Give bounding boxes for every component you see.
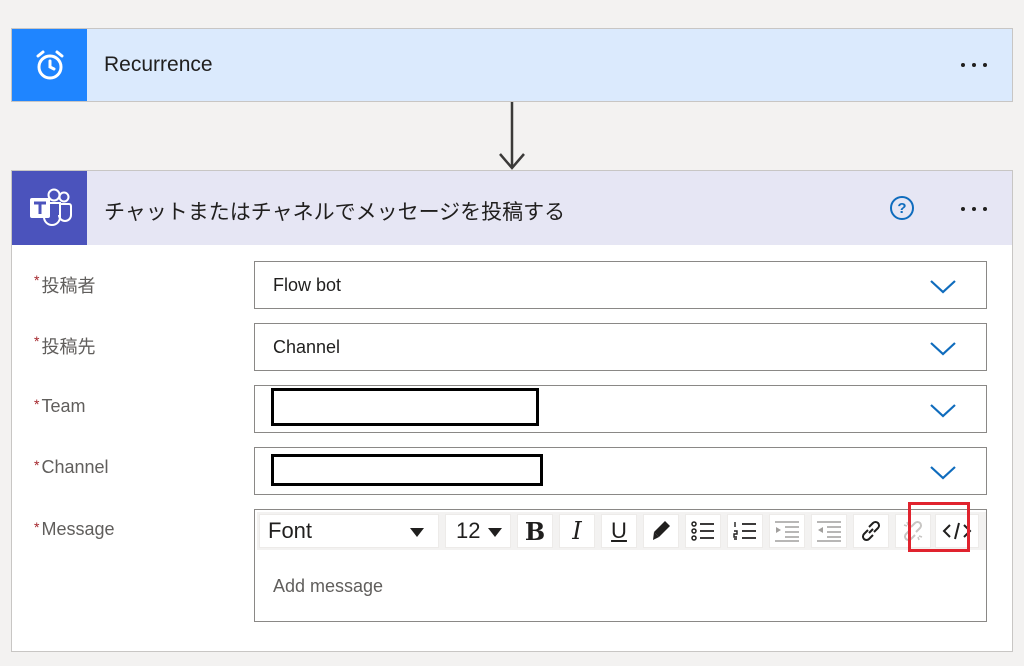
redacted-channel-value [271,454,543,486]
numbered-list-icon [733,522,756,540]
field-label-team: * Team [34,396,85,417]
teams-more-options-button[interactable] [954,199,994,219]
required-mark: * [34,519,40,535]
bulleted-list-icon [691,521,714,541]
recurrence-card[interactable]: Recurrence [11,28,1013,102]
bold-icon: B [524,516,546,546]
bulleted-list-button[interactable] [685,514,721,548]
caret-down-icon [410,528,424,537]
dot-icon [972,207,976,211]
field-label-text: 投稿者 [41,276,96,296]
alarm-clock-icon [36,50,63,80]
chevron-down-icon [930,466,956,480]
link-icon [861,520,881,542]
chevron-down-icon [930,404,956,418]
bold-button[interactable]: B [517,514,553,548]
teams-card-header[interactable]: チャットまたはチャネルでメッセージを投稿する ? [12,171,1012,245]
field-label-text: 投稿先 [41,337,96,357]
teams-icon [29,188,72,226]
dot-icon [983,207,987,211]
code-view-button[interactable] [935,514,979,548]
highlight-color-button[interactable] [643,514,679,548]
teams-icon-box [12,171,87,245]
dot-icon [972,63,976,67]
unlink-icon [903,520,923,542]
teams-action-title: チャットまたはチャネルでメッセージを投稿する [104,201,566,224]
post-in-value: Channel [273,337,341,357]
indent-button[interactable] [769,514,805,548]
channel-dropdown[interactable] [254,447,987,495]
underline-button[interactable]: U [601,514,637,548]
remove-link-button[interactable] [895,514,931,548]
recurrence-icon-box [12,29,87,101]
font-select-value: Font [268,518,313,543]
team-dropdown[interactable] [254,385,987,433]
required-mark: * [34,457,40,473]
chevron-down-icon [930,342,956,356]
field-label-post-in: * 投稿先 [34,333,95,359]
required-mark: * [34,396,40,412]
indent-icon [775,521,799,542]
italic-button[interactable]: I [559,514,595,548]
italic-icon: I [572,517,582,545]
teams-post-message-card: チャットまたはチャネルでメッセージを投稿する ? * 投稿者 Flow bot *… [11,170,1013,652]
required-mark: * [34,272,40,288]
field-label-text: Channel [41,457,109,477]
font-family-select[interactable]: Font [259,514,439,548]
dot-icon [983,63,987,67]
field-label-poster: * 投稿者 [34,272,95,298]
message-editor[interactable]: Font 12 B I U Add message [254,509,987,622]
poster-dropdown[interactable]: Flow bot [254,261,987,309]
redacted-team-value [271,388,539,426]
numbered-list-button[interactable] [727,514,763,548]
required-mark: * [34,333,40,349]
recurrence-more-options-button[interactable] [954,55,994,75]
message-placeholder: Add message [273,576,384,596]
font-size-value: 12 [456,518,481,543]
font-size-select[interactable]: 12 [445,514,511,548]
recurrence-title: Recurrence [104,53,213,76]
poster-value: Flow bot [273,275,342,295]
code-view-icon [942,522,972,540]
chevron-down-icon [930,280,956,294]
dot-icon [961,63,965,67]
underline-icon: U [611,518,627,543]
field-label-message: * Message [34,519,115,540]
rich-text-toolbar: Font 12 B I U [257,512,986,550]
insert-link-button[interactable] [853,514,889,548]
dot-icon [961,207,965,211]
post-in-dropdown[interactable]: Channel [254,323,987,371]
field-label-text: Team [41,396,86,416]
outdent-button[interactable] [811,514,847,548]
caret-down-icon [488,528,502,537]
outdent-icon [817,521,841,542]
field-label-text: Message [41,519,115,539]
marker-pen-icon [653,521,670,540]
flow-connector-arrow-icon [499,102,525,170]
help-button[interactable]: ? [890,196,914,220]
field-label-channel: * Channel [34,457,109,478]
